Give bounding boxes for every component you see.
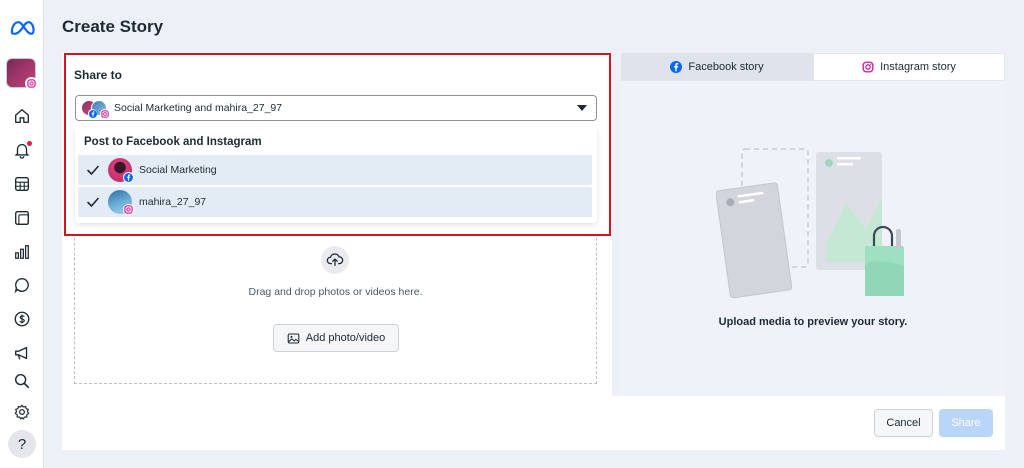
account-name: Social Marketing bbox=[139, 164, 217, 176]
cancel-button[interactable]: Cancel bbox=[874, 409, 933, 437]
facebook-icon bbox=[88, 109, 97, 118]
bar-chart-icon[interactable] bbox=[11, 241, 33, 263]
composer-footer: Cancel Share bbox=[62, 396, 1005, 450]
preview-empty-text: Upload media to preview your story. bbox=[718, 316, 908, 328]
media-dropzone[interactable]: Drag and drop photos or videos here. Add… bbox=[74, 218, 597, 384]
tab-facebook-story[interactable]: Facebook story bbox=[621, 53, 813, 81]
drop-instructions: Drag and drop photos or videos here. bbox=[248, 286, 423, 298]
photo-icon bbox=[287, 333, 300, 343]
checkmark-icon[interactable] bbox=[86, 163, 100, 177]
instagram-icon bbox=[100, 109, 109, 118]
page-title: Create Story bbox=[62, 17, 164, 36]
left-sidebar: ? bbox=[0, 0, 44, 468]
share-to-label: Share to bbox=[74, 68, 123, 82]
calendar-grid-icon[interactable] bbox=[11, 173, 33, 195]
share-to-dropdown: Post to Facebook and Instagram Social Ma… bbox=[75, 127, 597, 223]
account-option-mahira-27-97[interactable]: mahira_27_97 bbox=[78, 187, 592, 217]
instagram-icon bbox=[25, 77, 38, 90]
share-to-selected-value: Social Marketing and mahira_27_97 bbox=[114, 102, 283, 114]
gear-icon[interactable] bbox=[11, 401, 33, 423]
add-photo-video-button[interactable]: Add photo/video bbox=[273, 324, 399, 352]
tab-label: Instagram story bbox=[880, 61, 956, 73]
account-name: mahira_27_97 bbox=[139, 196, 207, 208]
add-photo-video-label: Add photo/video bbox=[305, 332, 386, 344]
facebook-icon bbox=[670, 61, 683, 73]
home-icon[interactable] bbox=[11, 105, 33, 127]
preview-tabs: Facebook story Instagram story bbox=[621, 53, 1005, 81]
instagram-icon bbox=[862, 61, 874, 73]
caret-down-icon bbox=[577, 105, 587, 111]
story-preview-illustration bbox=[716, 148, 904, 299]
tab-instagram-story[interactable]: Instagram story bbox=[813, 53, 1005, 81]
account-avatar[interactable] bbox=[6, 58, 38, 90]
megaphone-icon[interactable] bbox=[11, 342, 33, 364]
facebook-icon bbox=[123, 172, 134, 183]
dollar-icon[interactable] bbox=[11, 308, 33, 330]
bell-icon[interactable] bbox=[11, 139, 33, 161]
instagram-icon bbox=[123, 204, 134, 215]
pages-icon[interactable] bbox=[11, 207, 33, 229]
search-icon[interactable] bbox=[11, 370, 33, 392]
help-icon[interactable]: ? bbox=[8, 430, 36, 458]
chat-bubble-icon[interactable] bbox=[11, 274, 33, 296]
story-preview-panel: Facebook story Instagram story Upload me… bbox=[621, 52, 1005, 397]
share-to-section: Share to Social Marketing and mahira_27_… bbox=[64, 53, 611, 236]
selected-accounts-avatars bbox=[81, 99, 111, 118]
checkmark-icon[interactable] bbox=[86, 195, 100, 209]
share-button[interactable]: Share bbox=[939, 409, 993, 437]
dropdown-header: Post to Facebook and Instagram bbox=[84, 136, 262, 148]
notification-dot bbox=[27, 141, 32, 146]
upload-cloud-icon bbox=[321, 246, 349, 274]
tab-label: Facebook story bbox=[688, 61, 764, 73]
share-to-select[interactable]: Social Marketing and mahira_27_97 bbox=[75, 95, 597, 121]
meta-logo-icon[interactable] bbox=[9, 17, 35, 39]
account-option-social-marketing[interactable]: Social Marketing bbox=[78, 155, 592, 185]
